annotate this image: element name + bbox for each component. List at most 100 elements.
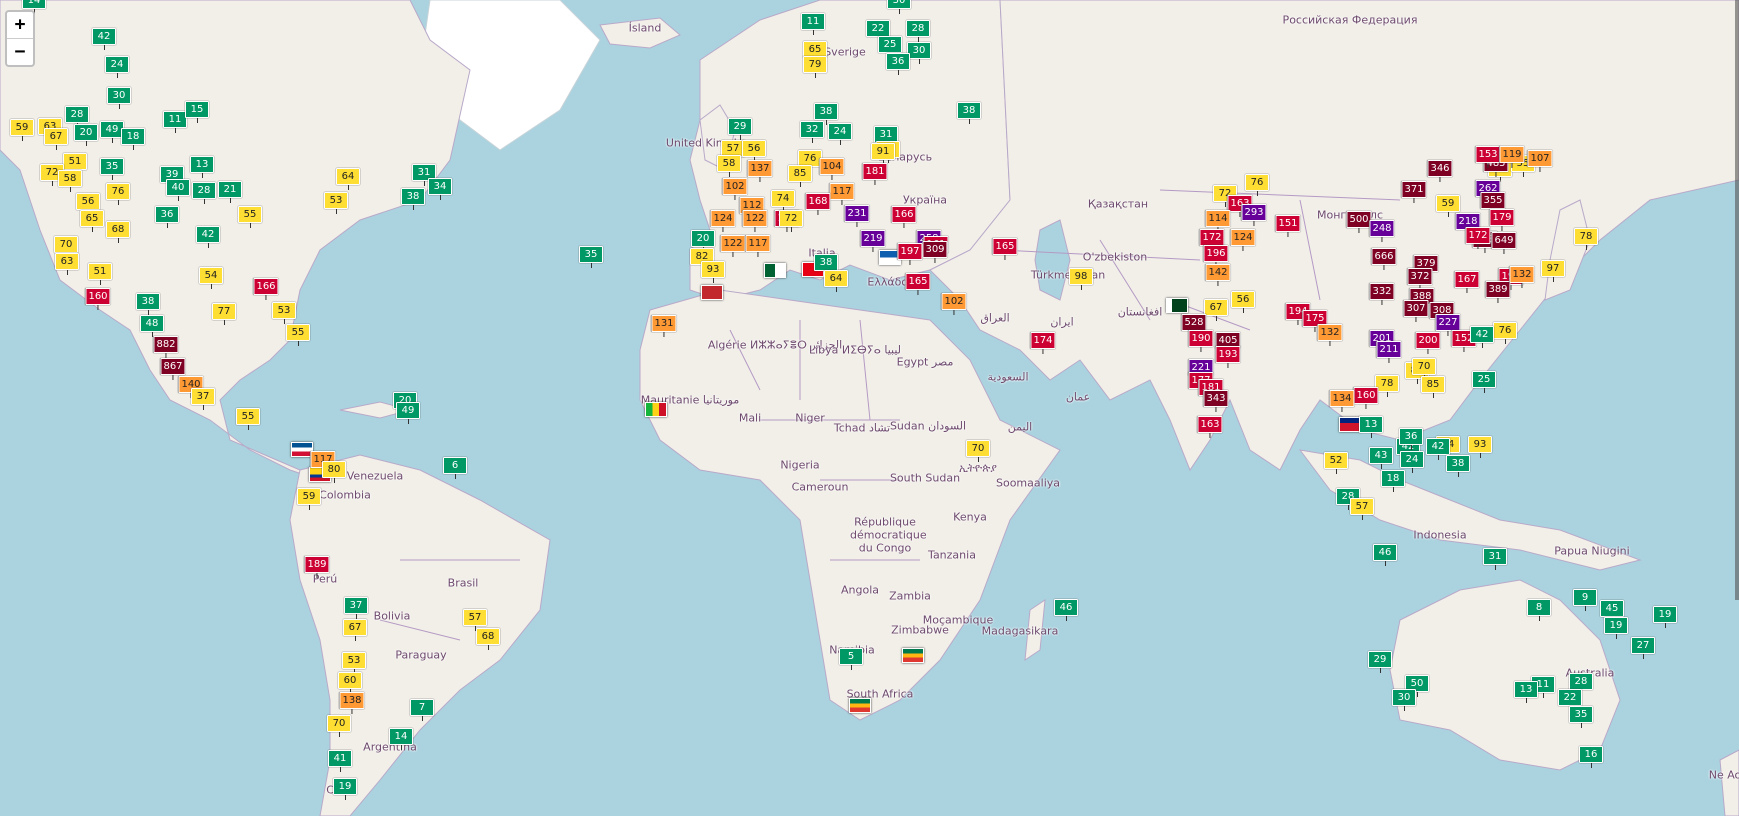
aqi-station-marker[interactable]: 19 xyxy=(1653,606,1677,628)
aqi-station-marker[interactable]: 138 xyxy=(339,692,365,714)
aqi-station-marker[interactable]: 882 xyxy=(153,336,179,358)
aqi-station-marker[interactable]: 78 xyxy=(1375,375,1399,397)
aqi-station-marker[interactable]: 64 xyxy=(824,270,848,292)
aqi-station-marker[interactable]: 137 xyxy=(747,160,773,182)
aqi-station-marker[interactable]: 7 xyxy=(410,699,434,721)
aqi-station-marker[interactable]: 38 xyxy=(957,102,981,124)
aqi-station-marker[interactable]: 29 xyxy=(728,118,752,140)
aqi-station-marker[interactable]: 68 xyxy=(476,628,500,650)
aqi-station-marker[interactable]: 48 xyxy=(140,315,164,337)
aqi-station-marker[interactable]: 18 xyxy=(1381,470,1405,492)
flag-south-africa-icon[interactable] xyxy=(849,698,871,713)
aqi-station-marker[interactable]: 14 xyxy=(389,728,413,750)
aqi-station-marker[interactable]: 49 xyxy=(396,402,420,424)
aqi-station-marker[interactable]: 165 xyxy=(992,238,1018,260)
aqi-station-marker[interactable]: 649 xyxy=(1491,232,1517,254)
aqi-station-marker[interactable]: 59 xyxy=(297,488,321,510)
aqi-station-marker[interactable]: 37 xyxy=(191,388,215,410)
aqi-station-marker[interactable]: 163 xyxy=(1197,416,1223,438)
aqi-station-marker[interactable]: 38 xyxy=(136,293,160,315)
aqi-station-marker[interactable]: 35 xyxy=(579,246,603,268)
aqi-station-marker[interactable]: 200 xyxy=(1415,332,1441,354)
aqi-station-marker[interactable]: 93 xyxy=(701,261,725,283)
aqi-station-marker[interactable]: 124 xyxy=(710,210,736,232)
aqi-station-marker[interactable]: 30 xyxy=(1392,689,1416,711)
aqi-station-marker[interactable]: 43 xyxy=(1369,447,1393,469)
scrollbar[interactable] xyxy=(1735,0,1739,600)
aqi-station-marker[interactable]: 60 xyxy=(338,672,362,694)
aqi-station-marker[interactable]: 34 xyxy=(428,178,452,200)
aqi-station-marker[interactable]: 346 xyxy=(1427,160,1453,182)
aqi-station-marker[interactable]: 93 xyxy=(1468,436,1492,458)
aqi-station-marker[interactable]: 6 xyxy=(443,457,467,479)
aqi-station-marker[interactable]: 42 xyxy=(92,28,116,50)
aqi-station-marker[interactable]: 85 xyxy=(1421,376,1445,398)
aqi-station-marker[interactable]: 30 xyxy=(907,42,931,64)
aqi-station-marker[interactable]: 197 xyxy=(897,243,923,265)
aqi-station-marker[interactable]: 67 xyxy=(343,619,367,641)
aqi-station-marker[interactable]: 166 xyxy=(891,206,917,228)
aqi-station-marker[interactable]: 332 xyxy=(1369,283,1395,305)
aqi-station-marker[interactable]: 9 xyxy=(1573,589,1597,611)
aqi-station-marker[interactable]: 21 xyxy=(218,181,242,203)
aqi-station-marker[interactable]: 55 xyxy=(236,408,260,430)
aqi-station-marker[interactable]: 36 xyxy=(155,206,179,228)
aqi-station-marker[interactable]: 37 xyxy=(344,597,368,619)
aqi-station-marker[interactable]: 19 xyxy=(1604,617,1628,639)
zoom-out-button[interactable]: − xyxy=(7,38,33,65)
aqi-station-marker[interactable]: 142 xyxy=(1205,264,1231,286)
aqi-station-marker[interactable]: 30 xyxy=(107,87,131,109)
aqi-station-marker[interactable]: 11 xyxy=(801,13,825,35)
aqi-station-marker[interactable]: 16 xyxy=(1579,746,1603,768)
aqi-station-marker[interactable]: 167 xyxy=(1454,271,1480,293)
aqi-station-marker[interactable]: 28 xyxy=(192,182,216,204)
aqi-station-marker[interactable]: 160 xyxy=(1353,387,1379,409)
zoom-in-button[interactable]: + xyxy=(7,12,33,38)
aqi-station-marker[interactable]: 57 xyxy=(1350,498,1374,520)
flag-pakistan-icon[interactable] xyxy=(1166,298,1188,313)
aqi-station-marker[interactable]: 372 xyxy=(1407,268,1433,290)
aqi-station-marker[interactable]: 55 xyxy=(286,324,310,346)
aqi-station-marker[interactable]: 231 xyxy=(844,205,870,227)
aqi-station-marker[interactable]: 28 xyxy=(906,20,930,42)
aqi-station-marker[interactable]: 53 xyxy=(324,192,348,214)
aqi-station-marker[interactable]: 371 xyxy=(1401,181,1427,203)
aqi-station-marker[interactable]: 181 xyxy=(862,163,888,185)
aqi-station-marker[interactable]: 27 xyxy=(1631,637,1655,659)
aqi-station-marker[interactable]: 293 xyxy=(1241,204,1267,226)
aqi-station-marker[interactable]: 13 xyxy=(1359,416,1383,438)
aqi-station-marker[interactable]: 36 xyxy=(1399,428,1423,450)
aqi-station-marker[interactable]: 38 xyxy=(1446,455,1470,477)
aqi-station-marker[interactable]: 46 xyxy=(1373,544,1397,566)
aqi-station-marker[interactable]: 165 xyxy=(905,273,931,295)
aqi-station-marker[interactable]: 68 xyxy=(106,221,130,243)
aqi-station-marker[interactable]: 193 xyxy=(1215,346,1241,368)
aqi-station-marker[interactable]: 248 xyxy=(1369,220,1395,242)
aqi-station-marker[interactable]: 29 xyxy=(1368,651,1392,673)
aqi-station-marker[interactable]: 38 xyxy=(401,188,425,210)
aqi-station-marker[interactable]: 91 xyxy=(871,143,895,165)
aqi-station-marker[interactable]: 35 xyxy=(1569,706,1593,728)
aqi-station-marker[interactable]: 51 xyxy=(88,263,112,285)
aqi-station-marker[interactable]: 190 xyxy=(1188,330,1214,352)
aqi-station-marker[interactable]: 35 xyxy=(100,158,124,180)
aqi-station-marker[interactable]: 132 xyxy=(1509,266,1535,288)
flag-senegal-icon[interactable] xyxy=(645,402,667,417)
aqi-station-marker[interactable]: 107 xyxy=(1527,150,1553,172)
aqi-station-marker[interactable]: 309 xyxy=(922,241,948,263)
aqi-station-marker[interactable]: 70 xyxy=(327,715,351,737)
flag-south-africa-icon[interactable] xyxy=(902,648,924,663)
aqi-station-marker[interactable]: 59 xyxy=(10,119,34,141)
aqi-station-marker[interactable]: 53 xyxy=(272,302,296,324)
aqi-station-marker[interactable]: 76 xyxy=(1493,322,1517,344)
aqi-station-marker[interactable]: 32 xyxy=(800,121,824,143)
aqi-station-marker[interactable]: 67 xyxy=(1204,299,1228,321)
aqi-station-marker[interactable]: 307 xyxy=(1403,300,1429,322)
aqi-station-marker[interactable]: 11 xyxy=(163,111,187,133)
aqi-station-marker[interactable]: 58 xyxy=(717,155,741,177)
aqi-station-marker[interactable]: 46 xyxy=(1054,599,1078,621)
aqi-station-marker[interactable]: 76 xyxy=(1245,174,1269,196)
flag-morocco-icon[interactable] xyxy=(701,285,723,300)
aqi-station-marker[interactable]: 5 xyxy=(839,648,863,670)
aqi-station-marker[interactable]: 13 xyxy=(1514,681,1538,703)
